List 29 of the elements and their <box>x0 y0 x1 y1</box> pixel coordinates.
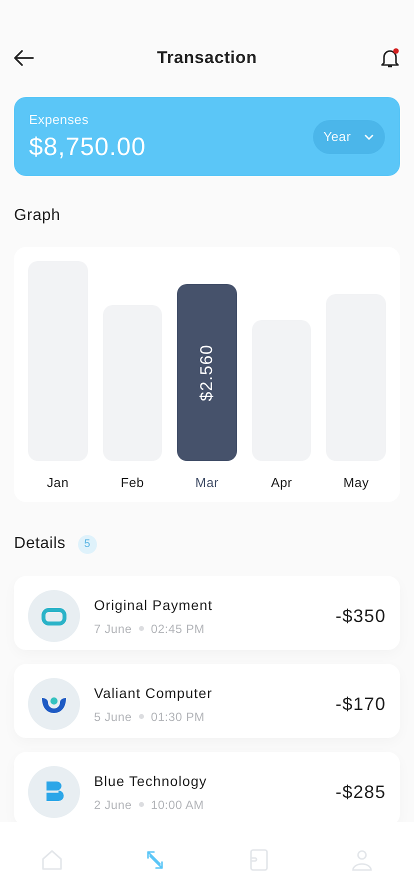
merchant-name: Original Payment <box>94 596 214 615</box>
transaction-time: 10:00 AM <box>150 796 204 814</box>
transaction-date: 2 June <box>94 796 132 814</box>
expenses-label: Expenses <box>29 111 90 130</box>
transaction-amount: -$350 <box>335 604 386 628</box>
transaction-time: 02:45 PM <box>150 620 205 638</box>
bar-value: $2.560 <box>196 344 218 402</box>
home-icon[interactable] <box>40 848 64 872</box>
month-label: Mar <box>195 474 219 492</box>
count-badge: 5 <box>78 534 97 554</box>
month-bar[interactable]: $2.560 <box>177 284 237 461</box>
transaction-amount: -$170 <box>335 692 386 716</box>
transaction-date: 7 June <box>94 620 132 638</box>
section-title: Graph <box>13 206 62 226</box>
transaction-card[interactable]: Original Payment 7 June 02:45 PM -$350 <box>14 576 400 650</box>
transaction-card[interactable]: Valiant Computer 5 June 01:30 PM -$170 <box>14 664 400 738</box>
month-label: Feb <box>120 474 144 492</box>
expenses-amount: $8,750.00 <box>29 132 146 163</box>
merchant-name: Blue Technology <box>94 772 208 791</box>
section-title: Details <box>14 534 66 554</box>
month-label: Jan <box>46 474 69 492</box>
person-icon[interactable] <box>350 848 374 872</box>
screen-title: Transaction <box>156 47 258 70</box>
merchant-name: Valiant Computer <box>94 684 214 703</box>
transaction-time: 01:30 PM <box>150 708 205 726</box>
month-label: Apr <box>270 474 292 492</box>
transaction-amount: -$285 <box>335 780 386 804</box>
transaction-date: 5 June <box>94 708 132 726</box>
month-label: May <box>343 474 369 492</box>
